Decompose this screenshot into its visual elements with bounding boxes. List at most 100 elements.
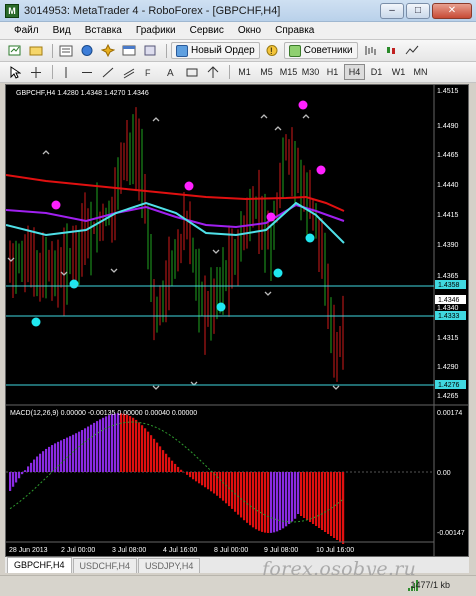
macd-bar bbox=[90, 424, 93, 472]
timeframe-mn[interactable]: MN bbox=[410, 64, 431, 80]
macd-bar bbox=[15, 472, 18, 483]
macd-bar bbox=[129, 416, 132, 472]
horizontal-line-icon[interactable] bbox=[78, 64, 96, 80]
macd-bar bbox=[144, 428, 147, 472]
price-label: 1.4390 bbox=[437, 242, 459, 249]
signal-dot bbox=[298, 100, 308, 110]
macd-bar bbox=[207, 472, 210, 490]
menu-tools[interactable]: Сервис bbox=[183, 25, 231, 36]
tab-usdchf[interactable]: USDCHF,H4 bbox=[72, 558, 138, 573]
macd-bar bbox=[252, 472, 255, 528]
macd-bar bbox=[111, 414, 114, 472]
macd-bar bbox=[114, 413, 117, 472]
timeframe-m15[interactable]: M15 bbox=[278, 64, 299, 80]
data-window-icon[interactable] bbox=[99, 43, 117, 59]
profiles-icon[interactable] bbox=[27, 43, 45, 59]
macd-bar bbox=[12, 472, 15, 487]
date-axis: 28 Jun 2013 2 Jul 00:00 3 Jul 08:00 4 Ju… bbox=[9, 547, 354, 554]
trendline-icon[interactable] bbox=[99, 64, 117, 80]
candle-chart-icon[interactable] bbox=[382, 43, 400, 59]
macd-bar bbox=[102, 417, 105, 472]
signal-dot bbox=[51, 200, 61, 210]
macd-bar bbox=[216, 472, 219, 496]
menu-view[interactable]: Вид bbox=[46, 25, 78, 36]
minimize-button[interactable]: – bbox=[380, 2, 404, 19]
timeframe-m30[interactable]: M30 bbox=[300, 64, 321, 80]
timeframe-d1[interactable]: D1 bbox=[366, 64, 387, 80]
metaeditor-icon[interactable]: ! bbox=[263, 43, 281, 59]
macd-bar bbox=[72, 434, 75, 472]
marker-label: 1.4358 bbox=[438, 282, 460, 289]
timeframe-m5[interactable]: M5 bbox=[256, 64, 277, 80]
close-button[interactable]: ✕ bbox=[432, 2, 472, 19]
maximize-button[interactable]: □ bbox=[406, 2, 430, 19]
mt4-app-icon: M bbox=[5, 3, 19, 18]
signal-dot bbox=[69, 279, 79, 289]
signal-dot bbox=[273, 268, 283, 278]
macd-bar bbox=[24, 470, 27, 472]
macd-bar bbox=[315, 472, 318, 526]
timeframe-w1[interactable]: W1 bbox=[388, 64, 409, 80]
macd-bar bbox=[57, 441, 60, 472]
price-label: 1.4365 bbox=[437, 273, 459, 280]
expert-advisors-button[interactable]: Советники bbox=[283, 42, 358, 59]
date-label: 4 Jul 16:00 bbox=[163, 547, 197, 554]
chart-header: GBPCHF,H4 1.4280 1.4348 1.4270 1.4346 bbox=[16, 90, 149, 97]
timeframe-m1[interactable]: M1 bbox=[234, 64, 255, 80]
tab-gbpchf[interactable]: GBPCHF,H4 bbox=[7, 557, 72, 573]
line-chart-icon[interactable] bbox=[403, 43, 421, 59]
crosshair-icon[interactable] bbox=[27, 64, 45, 80]
navigator-icon[interactable] bbox=[78, 43, 96, 59]
macd-bar bbox=[249, 472, 252, 526]
macd-label: 0.00 bbox=[437, 470, 451, 477]
tester-icon[interactable] bbox=[141, 43, 159, 59]
macd-bar bbox=[126, 414, 129, 472]
macd-bar bbox=[120, 413, 123, 472]
chart-window[interactable]: GBPCHF,H4 1.4280 1.4348 1.4270 1.4346 1.… bbox=[5, 84, 469, 557]
date-label: 2 Jul 00:00 bbox=[61, 547, 95, 554]
menu-help[interactable]: Справка bbox=[268, 25, 321, 36]
macd-bar bbox=[138, 422, 141, 472]
bar-chart-icon[interactable] bbox=[361, 43, 379, 59]
macd-bar bbox=[198, 472, 201, 484]
macd-bar bbox=[237, 472, 240, 515]
menu-insert[interactable]: Вставка bbox=[78, 25, 129, 36]
macd-bar bbox=[318, 472, 321, 528]
macd-bar bbox=[243, 472, 246, 521]
menu-charts[interactable]: Графики bbox=[129, 25, 183, 36]
market-watch-icon[interactable] bbox=[57, 43, 75, 59]
channel-icon[interactable] bbox=[120, 64, 138, 80]
new-chart-icon[interactable] bbox=[6, 43, 24, 59]
macd-bar bbox=[96, 421, 99, 472]
date-label: 9 Jul 08:00 bbox=[264, 547, 298, 554]
macd-bar bbox=[81, 430, 84, 472]
macd-bar bbox=[324, 472, 327, 532]
macd-bar bbox=[306, 472, 309, 520]
price-label: 1.4315 bbox=[437, 335, 459, 342]
menu-file[interactable]: Файл bbox=[0, 25, 46, 36]
text-icon[interactable]: A bbox=[162, 64, 180, 80]
macd-bar bbox=[282, 472, 285, 529]
tab-usdjpy[interactable]: USDJPY,H4 bbox=[138, 558, 201, 573]
fibonacci-icon[interactable]: F bbox=[141, 64, 159, 80]
macd-bar bbox=[210, 472, 213, 492]
macd-bar bbox=[21, 472, 24, 475]
timeframe-h4[interactable]: H4 bbox=[344, 64, 365, 80]
macd-bar bbox=[36, 456, 39, 472]
menu-window[interactable]: Окно bbox=[231, 25, 268, 36]
new-order-button[interactable]: Новый Ордер bbox=[171, 42, 260, 59]
new-order-label: Новый Ордер bbox=[191, 45, 255, 56]
terminal-icon[interactable] bbox=[120, 43, 138, 59]
marker-label: 1.4276 bbox=[438, 382, 460, 389]
timeframe-h1[interactable]: H1 bbox=[322, 64, 343, 80]
macd-bar bbox=[30, 462, 33, 472]
arrows-icon[interactable] bbox=[204, 64, 222, 80]
price-chart-svg[interactable]: GBPCHF,H4 1.4280 1.4348 1.4270 1.4346 1.… bbox=[5, 85, 468, 556]
cursor-icon[interactable] bbox=[6, 64, 24, 80]
text-label-icon[interactable] bbox=[183, 64, 201, 80]
macd-bar bbox=[135, 419, 138, 472]
macd-bar bbox=[279, 472, 282, 531]
macd-bar bbox=[186, 472, 189, 475]
vertical-line-icon[interactable] bbox=[57, 64, 75, 80]
macd-bar bbox=[177, 466, 180, 472]
